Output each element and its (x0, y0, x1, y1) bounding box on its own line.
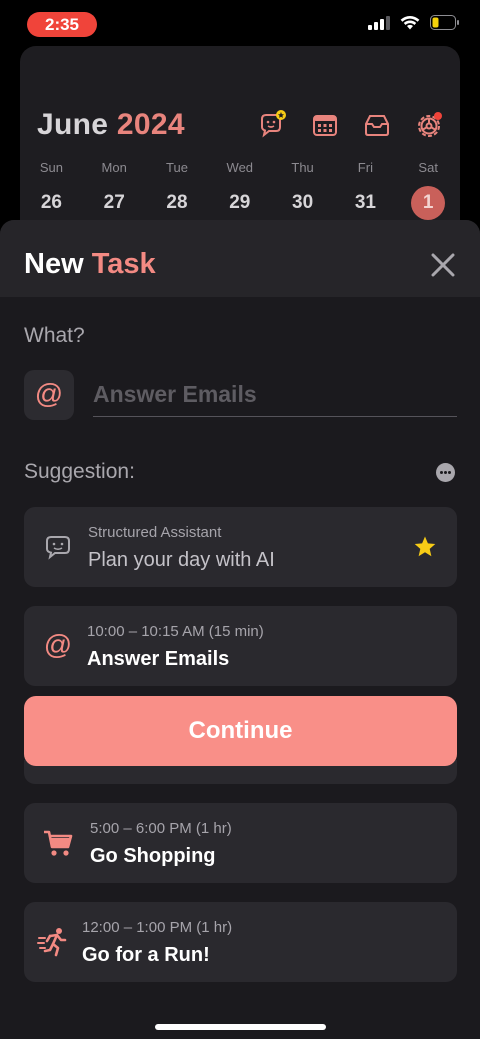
date-number: 28 (166, 192, 188, 213)
weekday-label: Wed (226, 160, 254, 175)
suggestion-title: Go for a Run! (82, 944, 210, 966)
suggestion-title: Plan your day with AI (88, 549, 275, 571)
what-label: What? (24, 324, 85, 347)
weekday-label: Thu (291, 160, 314, 175)
date-cell[interactable]: 28 (146, 186, 209, 220)
cellular-signal-icon (368, 15, 390, 30)
assistant-chat-icon (261, 110, 286, 138)
wifi-icon (400, 15, 420, 30)
suggestion-card-go-shopping[interactable]: 5:00 – 6:00 PM (1 hr) Go Shopping (24, 803, 457, 883)
suggestion-subtitle: Structured Assistant (88, 524, 222, 541)
month-year: 2024 (116, 108, 185, 141)
gear-icon (418, 112, 442, 137)
month-title: June 2024 (37, 108, 185, 142)
suggestion-card-assistant[interactable]: Structured Assistant Plan your day with … (24, 507, 457, 587)
suggestion-title: Answer Emails (87, 648, 230, 670)
calendar-view-button[interactable] (310, 110, 340, 140)
at-icon: @ (43, 629, 73, 660)
suggestion-subtitle: 12:00 – 1:00 PM (1 hr) (82, 919, 233, 936)
running-icon (37, 928, 67, 957)
calendar-icon (313, 115, 337, 136)
close-icon (431, 253, 455, 277)
date-number: 30 (292, 192, 314, 213)
battery-icon (430, 15, 459, 30)
suggestion-subtitle: 10:00 – 10:15 AM (15 min) (87, 623, 264, 640)
weekday-label: Tue (166, 160, 188, 175)
task-icon-picker[interactable]: @ (24, 370, 74, 420)
suggestion-card-answer-emails[interactable]: @ 10:00 – 10:15 AM (15 min) Answer Email… (24, 606, 457, 686)
suggestion-subtitle: 5:00 – 6:00 PM (1 hr) (90, 820, 232, 837)
date-number: 27 (103, 192, 125, 213)
date-cell[interactable]: 30 (271, 186, 334, 220)
calendar-card: June 2024 Sun Mon Tue Wed Thu Fri Sat 26… (20, 46, 460, 246)
date-cell[interactable]: 27 (83, 186, 146, 220)
inbox-tray-icon (365, 115, 389, 136)
calendar-toolbar (258, 110, 444, 140)
inbox-button[interactable] (362, 110, 392, 140)
weekday-label: Sun (39, 160, 63, 175)
weekday-row: Sun Mon Tue Wed Thu Fri Sat (20, 160, 460, 175)
status-time: 2:35 (27, 12, 97, 37)
date-number: 1 (411, 186, 446, 220)
suggestion-card-go-for-a-run[interactable]: 12:00 – 1:00 PM (1 hr) Go for a Run! (24, 902, 457, 982)
sheet-header: New Task (0, 220, 480, 297)
continue-button[interactable]: Continue (24, 696, 457, 766)
date-cell[interactable]: 29 (208, 186, 271, 220)
new-task-sheet: New Task What? @ Suggestion: Structured … (0, 220, 480, 1039)
at-icon: @ (34, 378, 64, 409)
status-bar: 2:35 (0, 0, 480, 46)
date-cell[interactable]: 26 (20, 186, 83, 220)
month-name: June (37, 108, 109, 141)
shopping-cart-icon (44, 830, 73, 856)
sheet-title-accent: Task (91, 248, 156, 280)
suggestion-label: Suggestion: (24, 460, 135, 483)
weekday-label: Mon (101, 160, 127, 175)
assistant-chat-icon (46, 536, 70, 560)
home-indicator[interactable] (155, 1024, 326, 1030)
sheet-title: New Task (24, 248, 156, 281)
status-icons (368, 15, 460, 30)
date-number: 26 (40, 192, 62, 213)
date-number: 29 (229, 192, 251, 213)
date-cell[interactable]: 31 (334, 186, 397, 220)
star-icon (414, 536, 436, 557)
sheet-title-first: New (24, 248, 84, 280)
date-number: 31 (354, 192, 376, 213)
close-button[interactable] (428, 250, 458, 280)
assistant-button[interactable] (258, 110, 288, 140)
more-options-button[interactable] (436, 463, 455, 482)
weekday-label: Sat (418, 160, 438, 175)
suggestion-title: Go Shopping (90, 845, 216, 867)
weekday-label: Fri (357, 160, 373, 175)
task-title-input[interactable] (93, 373, 457, 417)
date-cell-selected[interactable]: 1 (397, 186, 460, 220)
settings-button[interactable] (414, 110, 444, 140)
date-row: 26 27 28 29 30 31 1 (20, 186, 460, 220)
